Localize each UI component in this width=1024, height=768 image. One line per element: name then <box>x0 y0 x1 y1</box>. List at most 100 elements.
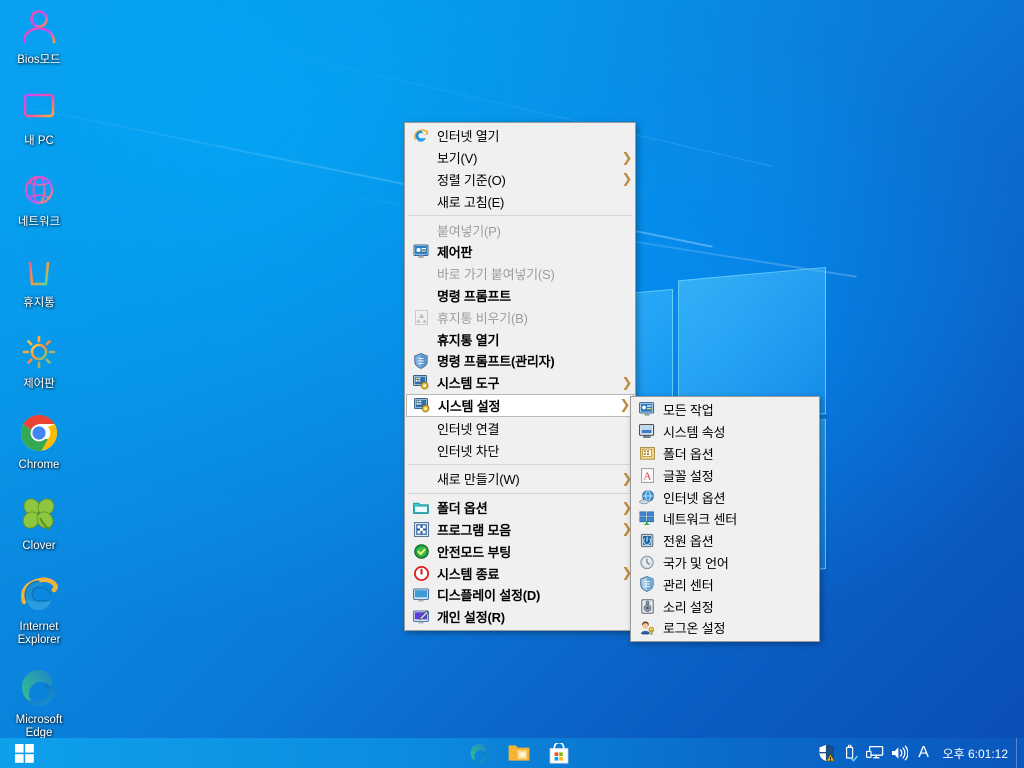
sound-settings-icon <box>635 597 659 615</box>
recycle-bin-icon <box>15 247 63 295</box>
menu-item-label: 시스템 설정 <box>438 398 501 414</box>
desktop-icon-label: Chrome <box>18 459 60 471</box>
menu-separator <box>408 492 632 494</box>
submenu-item-logon-settings[interactable]: 로그온 설정 <box>631 617 819 639</box>
start-button[interactable] <box>0 738 48 768</box>
system-tools-icon <box>409 374 433 392</box>
menu-item-command-prompt-admin[interactable]: 명령 프롬프트(관리자) <box>405 350 635 372</box>
person-icon <box>15 4 63 52</box>
menu-item-folder-options[interactable]: 폴더 옵션 ❯ <box>405 497 635 519</box>
safely-remove-hardware-icon[interactable] <box>839 738 863 768</box>
menu-item-label: 보기(V) <box>437 151 478 167</box>
volume-icon[interactable] <box>887 738 911 768</box>
no-icon <box>409 170 433 188</box>
menu-item-label: 바로 가기 붙여넣기(S) <box>437 267 555 283</box>
menu-item-label: 개인 설정(R) <box>437 610 505 626</box>
submenu-item-folder-options[interactable]: 폴더 옵션 <box>631 443 819 465</box>
svg-text:A: A <box>643 470 651 482</box>
menu-item-display-settings[interactable]: 디스플레이 설정(D) <box>405 584 635 606</box>
no-icon <box>409 441 433 459</box>
menu-item-system-settings[interactable]: 시스템 설정 ❯ <box>406 393 634 418</box>
menu-item-label: 안전모드 부팅 <box>437 544 511 560</box>
desktop-icon-clover[interactable]: Clover <box>0 490 78 571</box>
submenu-item-action-center[interactable]: 관리 센터 <box>631 573 819 595</box>
menu-item-label: 인터넷 연결 <box>437 421 500 437</box>
submenu-item-label: 로그온 설정 <box>663 621 726 637</box>
menu-item-open-internet[interactable]: 인터넷 열기 <box>405 125 635 147</box>
menu-item-internet-connect[interactable]: 인터넷 연결 <box>405 417 635 439</box>
submenu-item-font-settings[interactable]: A 글꼴 설정 <box>631 464 819 486</box>
menu-item-shutdown[interactable]: 시스템 종료 ❯ <box>405 562 635 584</box>
submenu-item-label: 국가 및 언어 <box>663 555 729 571</box>
menu-item-new[interactable]: 새로 만들기(W) ❯ <box>405 468 635 490</box>
menu-item-label: 인터넷 열기 <box>437 129 500 145</box>
desktop-icon-bios-mode[interactable]: Bios모드 <box>0 4 78 85</box>
submenu-item-label: 전원 옵션 <box>663 534 714 550</box>
menu-item-command-prompt[interactable]: 명령 프롬프트 <box>405 285 635 307</box>
desktop-icon-chrome[interactable]: Chrome <box>0 409 78 490</box>
submenu-item-power-options[interactable]: 전원 옵션 <box>631 530 819 552</box>
taskbar-file-explorer-icon[interactable] <box>508 742 530 764</box>
taskbar-microsoft-edge-icon[interactable] <box>468 742 490 764</box>
menu-item-label: 휴지통 열기 <box>437 332 500 348</box>
submenu-item-label: 인터넷 옵션 <box>663 490 726 506</box>
menu-item-internet-block[interactable]: 인터넷 차단 <box>405 439 635 461</box>
desktop-icon-control-panel[interactable]: 제어판 <box>0 328 78 409</box>
desktop-icon-label: Internet Explorer <box>17 621 61 646</box>
desktop-icon-list: Bios모드 내 PC 네트워크 휴지통 제어판 Chrome Clover I… <box>0 4 78 757</box>
shield-icon <box>409 352 433 370</box>
desktop-icon-label: Clover <box>22 540 56 552</box>
menu-item-safe-mode-boot[interactable]: 안전모드 부팅 <box>405 540 635 562</box>
monitor-icon <box>15 85 63 133</box>
menu-item-label: 인터넷 차단 <box>437 443 500 459</box>
clover-icon <box>15 490 63 538</box>
taskbar-clock[interactable]: 오후 6:01:12 <box>937 745 1016 762</box>
desktop-context-menu[interactable]: 인터넷 열기 보기(V) ❯ 정렬 기준(O) ❯ 새로 고침(E) 붙여넣기(… <box>404 122 636 631</box>
language-indicator[interactable]: A <box>911 744 937 762</box>
region-language-icon <box>635 553 659 571</box>
desktop-icon-recycle-bin[interactable]: 휴지통 <box>0 247 78 328</box>
folder-icon <box>409 499 433 517</box>
no-icon <box>409 192 433 210</box>
personalize-icon <box>409 608 433 626</box>
menu-item-label: 시스템 종료 <box>437 566 500 582</box>
menu-item-refresh[interactable]: 새로 고침(E) <box>405 190 635 212</box>
check-circle-icon <box>409 542 433 560</box>
folder-options-icon <box>635 444 659 462</box>
taskbar-microsoft-store-icon[interactable] <box>548 742 570 764</box>
microsoft-edge-icon <box>15 664 63 712</box>
submenu-item-label: 폴더 옵션 <box>663 446 714 462</box>
desktop-icon-my-pc[interactable]: 내 PC <box>0 85 78 166</box>
security-shield-warning-icon[interactable] <box>815 738 839 768</box>
submenu-item-network-center[interactable]: 네트워크 센터 <box>631 508 819 530</box>
menu-item-control-panel[interactable]: 제어판 <box>405 241 635 263</box>
action-center-icon <box>635 575 659 593</box>
submenu-item-all-tasks[interactable]: 모든 작업 <box>631 399 819 421</box>
submenu-item-internet-options[interactable]: 인터넷 옵션 <box>631 486 819 508</box>
chevron-right-icon: ❯ <box>621 149 633 165</box>
desktop-icon-network[interactable]: 네트워크 <box>0 166 78 247</box>
submenu-item-region-language[interactable]: 국가 및 언어 <box>631 552 819 574</box>
menu-item-personalize[interactable]: 개인 설정(R) <box>405 606 635 628</box>
system-settings-submenu[interactable]: 모든 작업 시스템 속성 폴더 옵션 A 글꼴 설정 인터넷 옵션 네트워크 센… <box>630 396 820 642</box>
recycle-bin-icon <box>409 308 433 326</box>
menu-item-label: 정렬 기준(O) <box>437 172 506 188</box>
desktop-icon-internet-explorer[interactable]: Internet Explorer <box>0 571 78 664</box>
show-desktop-button[interactable] <box>1016 738 1024 768</box>
menu-item-label: 휴지통 비우기(B) <box>437 310 528 326</box>
menu-item-sort-by[interactable]: 정렬 기준(O) ❯ <box>405 169 635 191</box>
no-icon <box>409 265 433 283</box>
menu-item-system-tools[interactable]: 시스템 도구 ❯ <box>405 372 635 394</box>
menu-item-label: 제어판 <box>437 245 473 261</box>
menu-item-open-recycle-bin[interactable]: 휴지통 열기 <box>405 328 635 350</box>
menu-item-view[interactable]: 보기(V) ❯ <box>405 147 635 169</box>
menu-item-programs[interactable]: 프로그램 모음 ❯ <box>405 519 635 541</box>
control-panel-icon <box>409 243 433 261</box>
no-icon <box>409 419 433 437</box>
submenu-item-system-properties[interactable]: 시스템 속성 <box>631 421 819 443</box>
power-icon <box>409 564 433 582</box>
system-settings-icon <box>410 396 434 414</box>
submenu-item-sound-settings[interactable]: 소리 설정 <box>631 595 819 617</box>
taskbar[interactable]: A 오후 6:01:12 <box>0 738 1024 768</box>
network-icon[interactable] <box>863 738 887 768</box>
